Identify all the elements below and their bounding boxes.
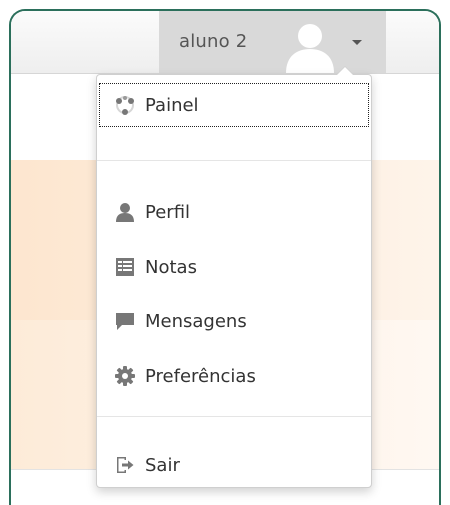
menu-item-painel[interactable]: Painel xyxy=(99,83,369,127)
menu-item-label: Perfil xyxy=(145,201,191,223)
gear-icon xyxy=(115,366,135,386)
caret-down-icon[interactable] xyxy=(352,40,362,45)
navbar: aluno 2 xyxy=(11,11,439,74)
menu-item-label: Preferências xyxy=(145,365,256,387)
user-icon xyxy=(116,203,134,222)
avatar-icon xyxy=(286,24,334,73)
user-dropdown-menu: Painel Perfil Notas Mensagens Preferênci… xyxy=(96,66,372,488)
logout-icon xyxy=(117,457,134,473)
menu-item-label: Notas xyxy=(145,256,197,278)
grades-icon xyxy=(116,258,134,276)
menu-item-label: Painel xyxy=(145,94,199,116)
menu-item-label: Sair xyxy=(145,454,180,476)
menu-item-label: Mensagens xyxy=(145,310,247,332)
menu-item-sair[interactable]: Sair xyxy=(97,443,371,487)
menu-item-preferencias[interactable]: Preferências xyxy=(97,354,371,398)
dashboard-icon xyxy=(116,96,134,115)
dropdown-pointer-inner xyxy=(337,67,353,75)
menu-item-notas[interactable]: Notas xyxy=(97,245,371,289)
menu-divider xyxy=(97,160,371,161)
user-menu-toggle[interactable]: aluno 2 xyxy=(159,11,386,73)
menu-divider xyxy=(97,416,371,417)
menu-item-perfil[interactable]: Perfil xyxy=(97,190,371,234)
menu-item-mensagens[interactable]: Mensagens xyxy=(97,299,371,343)
user-name: aluno 2 xyxy=(179,31,248,52)
message-icon xyxy=(116,313,134,330)
